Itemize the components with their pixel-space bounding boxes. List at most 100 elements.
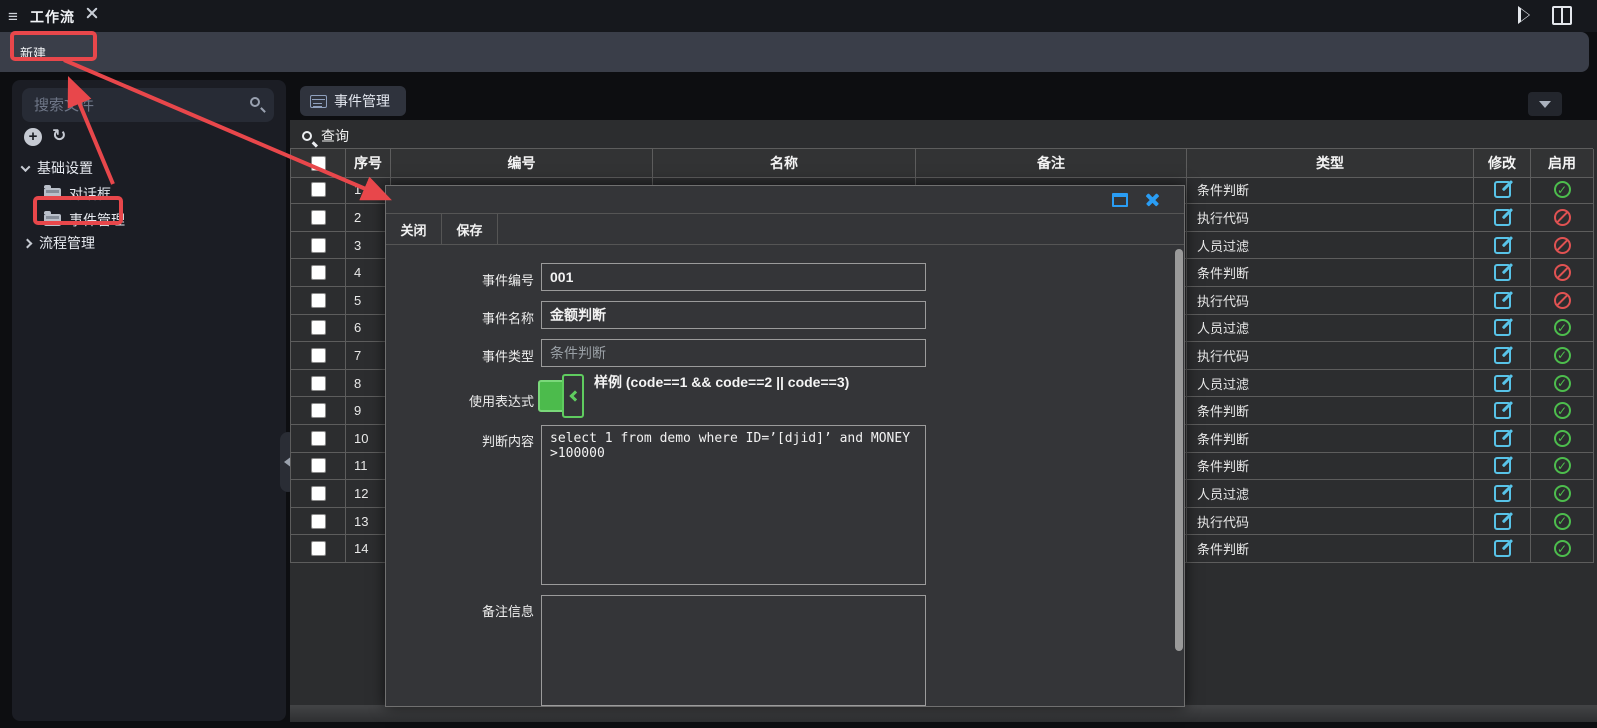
edit-icon[interactable]: [1493, 457, 1511, 475]
row-enable-cell: [1531, 204, 1594, 232]
row-checkbox[interactable]: [310, 485, 326, 501]
enabled-check-icon[interactable]: ✓: [1553, 319, 1571, 337]
tab-label: 事件管理: [334, 93, 390, 109]
bottom-strip: [290, 705, 1597, 722]
row-checkbox[interactable]: [310, 237, 326, 253]
edit-icon[interactable]: [1493, 429, 1511, 447]
edit-icon[interactable]: [1493, 512, 1511, 530]
enabled-check-icon[interactable]: ✓: [1553, 374, 1571, 392]
tab-list-dropdown-button[interactable]: [1528, 92, 1562, 116]
tree-node-process-management[interactable]: 流程管理: [22, 233, 95, 253]
edit-icon[interactable]: [1493, 374, 1511, 392]
event-type-label: 事件类型: [481, 349, 534, 364]
add-icon[interactable]: +: [24, 128, 42, 146]
row-enable-cell: [1531, 286, 1594, 315]
edit-icon[interactable]: [1493, 264, 1511, 282]
row-edit-cell: [1474, 480, 1531, 508]
event-no-input[interactable]: [541, 263, 926, 291]
tree-node-basic-settings[interactable]: 基础设置: [20, 158, 93, 178]
window-tab-close-icon[interactable]: [84, 5, 100, 21]
row-enable-cell: ✓: [1531, 397, 1594, 425]
row-checkbox[interactable]: [310, 403, 326, 419]
chevron-down-icon: [20, 161, 31, 172]
row-enable-cell: ✓: [1531, 507, 1594, 536]
toolbar: [0, 32, 1589, 72]
dialog-close-button[interactable]: 关闭: [386, 214, 442, 244]
disabled-block-icon[interactable]: [1553, 236, 1571, 254]
row-checkbox[interactable]: [310, 265, 326, 281]
row-checkbox[interactable]: [310, 375, 326, 391]
enabled-check-icon[interactable]: ✓: [1553, 457, 1571, 475]
row-checkbox[interactable]: [310, 541, 326, 557]
col-code: 编号: [391, 149, 653, 178]
dialog-scrollbar-thumb[interactable]: [1175, 249, 1183, 651]
row-type-cell: 人员过滤: [1187, 369, 1474, 398]
disabled-block-icon[interactable]: [1553, 208, 1571, 226]
edit-icon[interactable]: [1493, 291, 1511, 309]
enabled-check-icon[interactable]: ✓: [1553, 346, 1571, 364]
refresh-icon[interactable]: ↻: [52, 126, 66, 146]
row-checkbox[interactable]: [310, 430, 326, 446]
tree-label: 对话框: [69, 186, 111, 202]
remark-textarea[interactable]: [541, 595, 926, 706]
query-bar[interactable]: 查询: [302, 126, 349, 146]
edit-icon[interactable]: [1493, 236, 1511, 254]
row-checkbox-cell: [291, 452, 346, 481]
use-expression-label: 使用表达式: [468, 394, 534, 409]
row-edit-cell: [1474, 286, 1531, 315]
row-checkbox[interactable]: [310, 209, 326, 225]
tab-event-management[interactable]: 事件管理: [300, 86, 406, 116]
disabled-block-icon[interactable]: [1553, 264, 1571, 282]
row-type-cell: 条件判断: [1187, 176, 1474, 205]
use-expression-toggle-knob[interactable]: [562, 374, 584, 418]
tree-node-event-management[interactable]: 事件管理: [44, 210, 125, 230]
chevron-right-icon: [22, 238, 33, 248]
row-checkbox[interactable]: [310, 320, 326, 336]
disabled-block-icon[interactable]: [1553, 291, 1571, 309]
row-checkbox[interactable]: [310, 292, 326, 308]
content-textarea[interactable]: select 1 from demo where ID=’[djid]’ and…: [541, 425, 926, 585]
event-type-input[interactable]: [541, 339, 926, 367]
window-tab-title[interactable]: 工作流: [30, 7, 75, 27]
query-label: 查询: [321, 128, 349, 144]
maximize-icon[interactable]: [1112, 193, 1128, 207]
edit-icon[interactable]: [1493, 208, 1511, 226]
row-checkbox-cell: [291, 397, 346, 425]
row-checkbox[interactable]: [310, 513, 326, 529]
row-type-cell: 条件判断: [1187, 452, 1474, 481]
content-label: 判断内容: [481, 434, 534, 449]
event-name-input[interactable]: [541, 301, 926, 329]
dialog-titlebar: [386, 186, 1184, 214]
edit-icon[interactable]: [1493, 484, 1511, 502]
edit-icon[interactable]: [1493, 319, 1511, 337]
row-edit-cell: [1474, 369, 1531, 398]
enabled-check-icon[interactable]: ✓: [1553, 181, 1571, 199]
event-name-label: 事件名称: [481, 311, 534, 326]
enabled-check-icon[interactable]: ✓: [1553, 429, 1571, 447]
new-button[interactable]: 新建: [20, 43, 46, 62]
hamburger-icon[interactable]: ≡: [8, 7, 18, 27]
enabled-check-icon[interactable]: ✓: [1553, 402, 1571, 420]
tree-node-dialog[interactable]: 对话框: [44, 184, 111, 204]
enabled-check-icon[interactable]: ✓: [1553, 540, 1571, 558]
edit-icon[interactable]: [1493, 346, 1511, 364]
search-input[interactable]: [22, 88, 274, 122]
row-type-cell: 人员过滤: [1187, 231, 1474, 260]
window-tab-bar: ≡ 工作流: [0, 0, 1597, 32]
edit-icon[interactable]: [1493, 181, 1511, 199]
row-enable-cell: ✓: [1531, 452, 1594, 481]
enabled-check-icon[interactable]: ✓: [1553, 484, 1571, 502]
enabled-check-icon[interactable]: ✓: [1553, 512, 1571, 530]
row-edit-cell: [1474, 397, 1531, 425]
grid-window-icon: [310, 94, 327, 108]
row-checkbox[interactable]: [310, 458, 326, 474]
row-type-cell: 执行代码: [1187, 342, 1474, 370]
split-view-icon[interactable]: [1552, 6, 1572, 25]
close-icon[interactable]: [1145, 192, 1160, 207]
row-checkbox[interactable]: [310, 347, 326, 363]
edit-icon[interactable]: [1493, 402, 1511, 420]
edit-icon[interactable]: [1493, 540, 1511, 558]
select-all-checkbox[interactable]: [310, 155, 326, 171]
dialog-save-button[interactable]: 保存: [442, 214, 498, 244]
row-checkbox[interactable]: [310, 182, 326, 198]
